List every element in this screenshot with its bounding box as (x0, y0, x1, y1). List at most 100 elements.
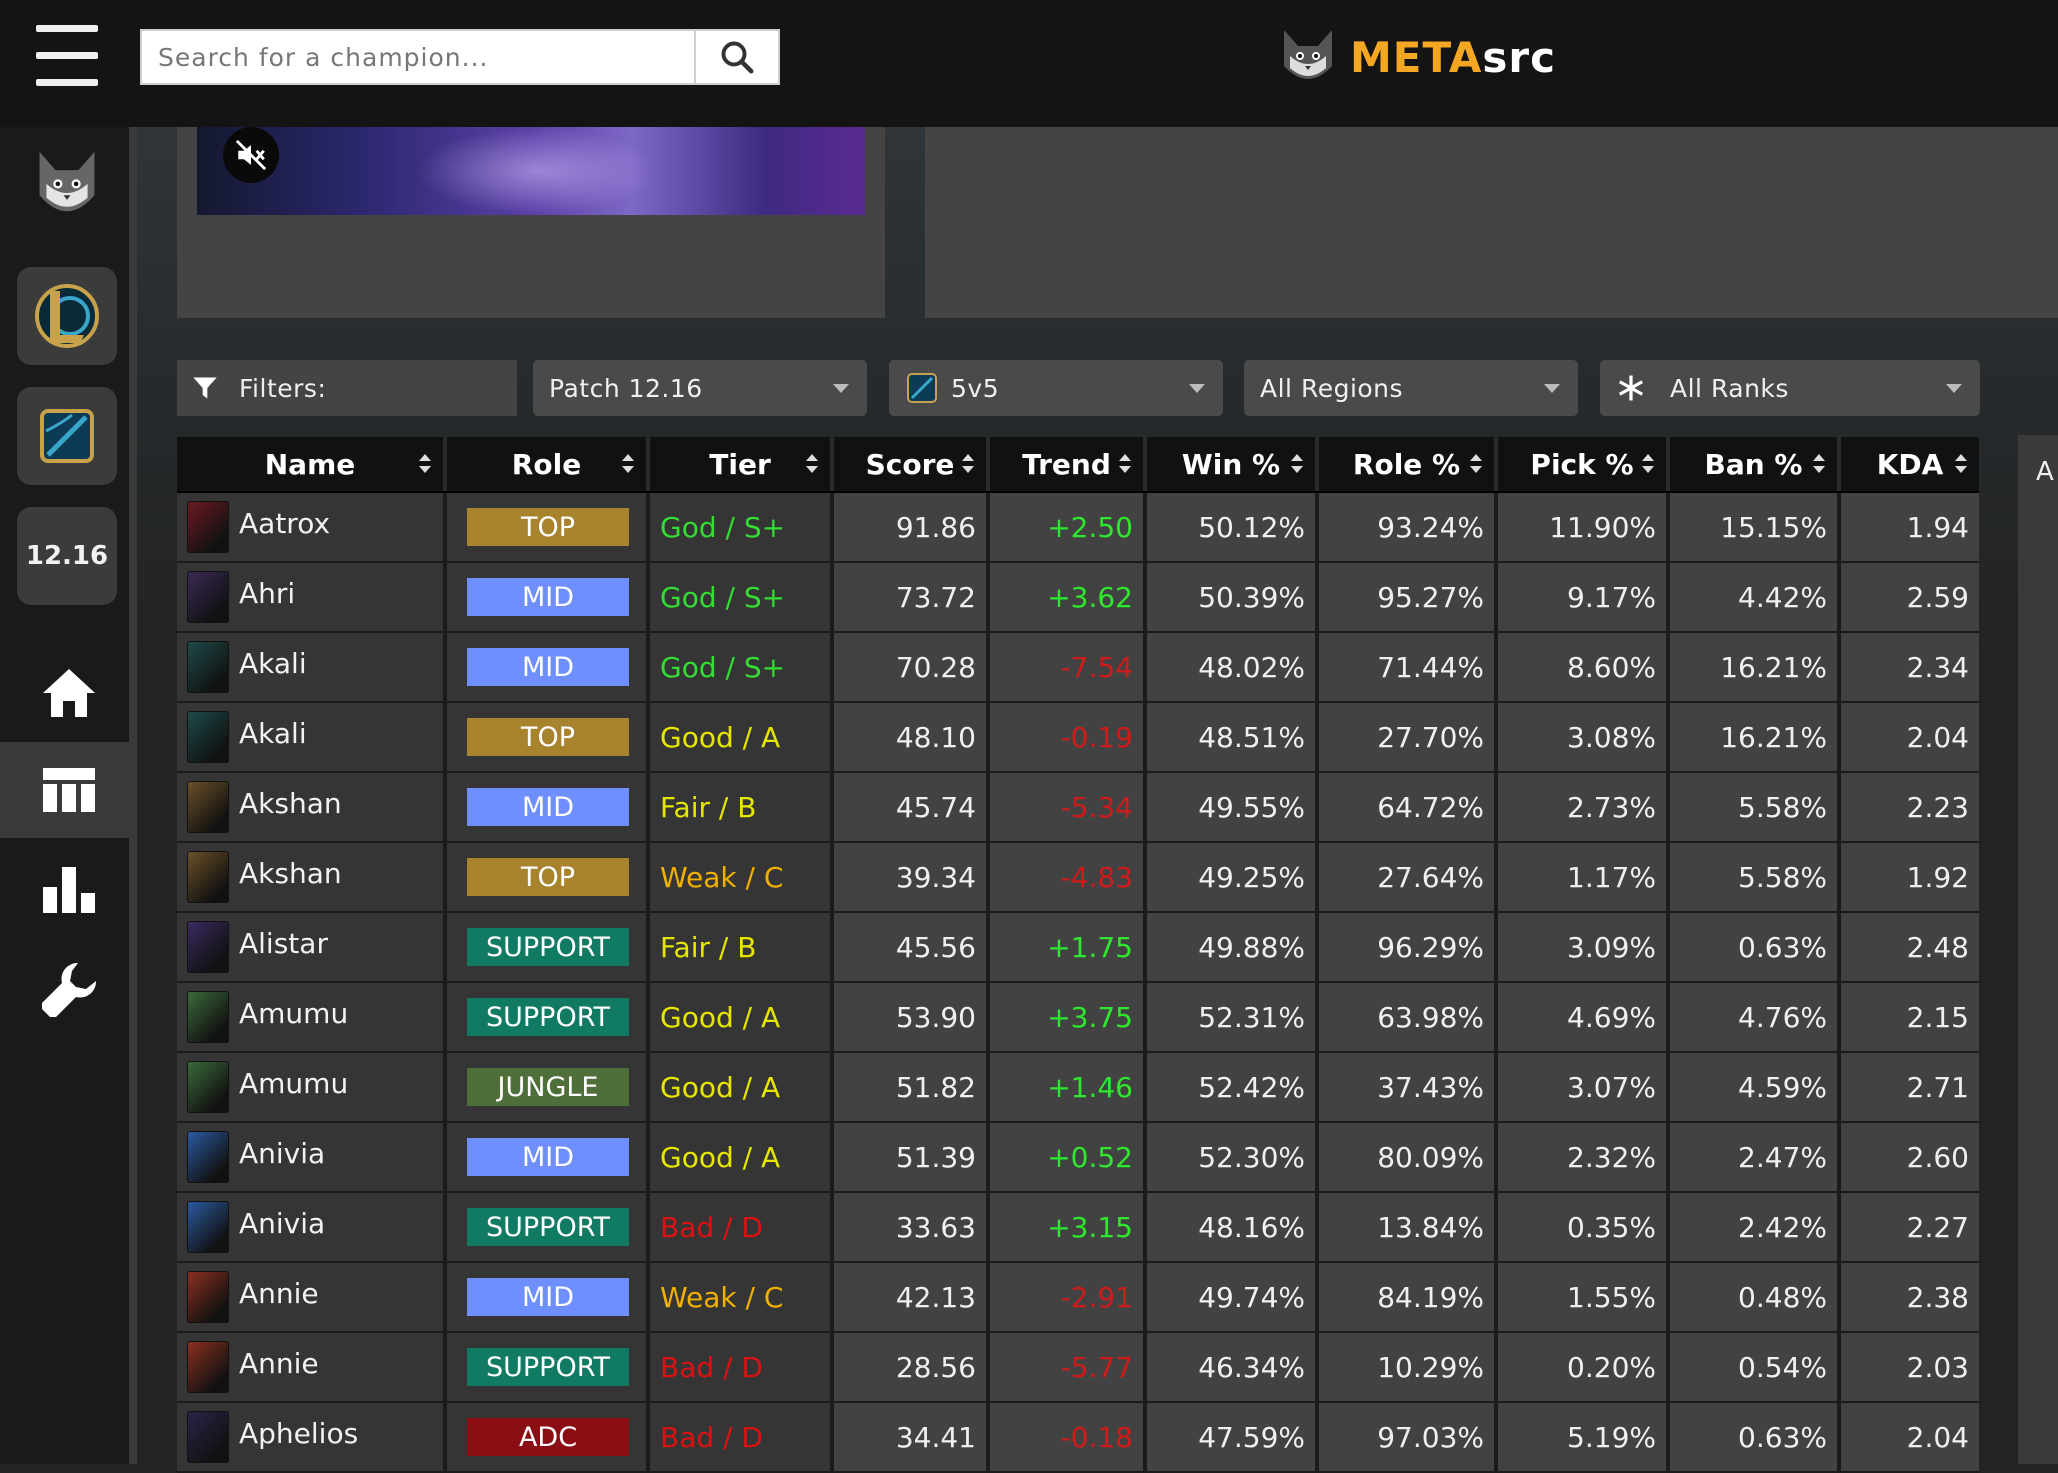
champion-cell[interactable]: Anivia (177, 1193, 447, 1261)
nav-tools[interactable] (0, 942, 137, 1038)
table-row[interactable]: Akshan TOP Weak / C 39.34 -4.83 49.25% 27.64% 1… (177, 843, 1979, 913)
table-row[interactable]: Amumu JUNGLE Good / A 51.82 +1.46 52.42% 37.43… (177, 1053, 1979, 1123)
champion-cell[interactable]: Amumu (177, 983, 447, 1051)
mute-button[interactable] (223, 127, 279, 183)
summoners-rift-icon (907, 373, 937, 403)
kda-cell: 2.38 (1841, 1263, 1979, 1331)
champion-cell[interactable]: Anivia (177, 1123, 447, 1191)
hamburger-icon-line (36, 79, 98, 86)
nav-tier-list[interactable] (0, 742, 137, 838)
champion-cell[interactable]: Akali (177, 703, 447, 771)
table-row[interactable]: Annie MID Weak / C 42.13 -2.91 49.74% 84.19% 1.… (177, 1263, 1979, 1333)
champion-cell[interactable]: Akshan (177, 773, 447, 841)
patch-button[interactable]: 12.16 (17, 507, 117, 605)
table-row[interactable]: Annie SUPPORT Bad / D 28.56 -5.77 46.34% 10.29… (177, 1333, 1979, 1403)
rank-select[interactable]: All Ranks (1600, 360, 1980, 416)
champion-name[interactable]: Akshan (239, 787, 342, 820)
column-header-score[interactable]: Score (834, 437, 990, 491)
champion-cell[interactable]: Annie (177, 1263, 447, 1331)
column-header-role[interactable]: Role (447, 437, 650, 491)
table-row[interactable]: Amumu SUPPORT Good / A 53.90 +3.75 52.31% 63.9… (177, 983, 1979, 1053)
champion-name[interactable]: Anivia (239, 1137, 325, 1170)
column-header-name[interactable]: Name (177, 437, 447, 491)
table-icon (42, 768, 95, 812)
champion-name[interactable]: Aphelios (239, 1417, 358, 1450)
table-row[interactable]: Alistar SUPPORT Fair / B 45.56 +1.75 49.88% 96… (177, 913, 1979, 983)
table-row[interactable]: Akali MID God / S+ 70.28 -7.54 48.02% 71.44% 8.… (177, 633, 1979, 703)
role-rate-cell: 71.44% (1319, 633, 1498, 701)
column-header-role-pct[interactable]: Role % (1319, 437, 1498, 491)
column-header-win[interactable]: Win % (1147, 437, 1319, 491)
column-header-trend[interactable]: Trend (990, 437, 1147, 491)
role-badge: ADC (467, 1418, 629, 1456)
brand-logo[interactable]: METAsrc (1278, 22, 1556, 92)
ban-rate-cell: 16.21% (1670, 633, 1841, 701)
sort-icon (622, 454, 634, 474)
search-input[interactable] (142, 31, 694, 83)
search-button[interactable] (694, 31, 778, 83)
table-row[interactable]: Aatrox TOP God / S+ 91.86 +2.50 50.12% 93.24% 1… (177, 493, 1979, 563)
champion-name[interactable]: Ahri (239, 577, 295, 610)
champion-cell[interactable]: Akshan (177, 843, 447, 911)
asterisk-icon (1618, 375, 1644, 401)
patch-select[interactable]: Patch 12.16 (533, 360, 867, 416)
game-mode-button[interactable] (17, 387, 117, 485)
brand-name-primary: META (1350, 32, 1483, 82)
mode-select[interactable]: 5v5 (889, 360, 1223, 416)
champion-cell[interactable]: Amumu (177, 1053, 447, 1121)
table-row[interactable]: Anivia MID Good / A 51.39 +0.52 52.30% 80.09% 2… (177, 1123, 1979, 1193)
tier-label: Good / A (660, 1070, 781, 1104)
champion-name[interactable]: Alistar (239, 927, 328, 960)
role-cell: SUPPORT (447, 1333, 650, 1401)
patch-select-value: Patch 12.16 (549, 373, 703, 403)
champion-cell[interactable]: Ahri (177, 563, 447, 631)
column-header-ban[interactable]: Ban % (1670, 437, 1841, 491)
column-header-label: Role (511, 447, 582, 481)
nav-stats[interactable] (0, 842, 137, 938)
champion-cell[interactable]: Aphelios (177, 1403, 447, 1471)
video-player[interactable] (197, 127, 865, 215)
filters-label: Filters: (239, 373, 327, 403)
column-header-pick[interactable]: Pick % (1498, 437, 1670, 491)
home-icon (42, 669, 95, 717)
win-rate-cell: 52.31% (1147, 983, 1319, 1051)
kda-cell: 2.34 (1841, 633, 1979, 701)
champion-name[interactable]: Annie (239, 1277, 319, 1310)
champion-name[interactable]: Annie (239, 1347, 319, 1380)
menu-button[interactable] (36, 25, 98, 87)
table-row[interactable]: Aphelios ADC Bad / D 34.41 -0.18 47.59% 97.03%… (177, 1403, 1979, 1473)
trend-cell: +3.15 (990, 1193, 1147, 1261)
column-header-tier[interactable]: Tier (650, 437, 834, 491)
champion-name[interactable]: Anivia (239, 1207, 325, 1240)
champion-cell[interactable]: Aatrox (177, 493, 447, 561)
champion-name[interactable]: Akali (239, 717, 307, 750)
score-cell: 48.10 (834, 703, 990, 771)
column-header-kda[interactable]: KDA (1841, 437, 1979, 491)
tier-cell: God / S+ (650, 563, 834, 631)
champion-name[interactable]: Akali (239, 647, 307, 680)
champion-cell[interactable]: Alistar (177, 913, 447, 981)
champion-name[interactable]: Amumu (239, 997, 348, 1030)
champion-portrait-icon (187, 991, 229, 1043)
cat-logo-icon[interactable] (32, 145, 102, 225)
nav-home[interactable] (0, 645, 137, 741)
role-rate-cell: 63.98% (1319, 983, 1498, 1051)
sort-icon (806, 454, 818, 474)
table-row[interactable]: Ahri MID God / S+ 73.72 +3.62 50.39% 95.27% 9.1… (177, 563, 1979, 633)
champion-portrait-icon (187, 711, 229, 763)
role-badge: SUPPORT (467, 1208, 629, 1246)
champion-name[interactable]: Amumu (239, 1067, 348, 1100)
champion-name[interactable]: Aatrox (239, 507, 330, 540)
champion-name[interactable]: Akshan (239, 857, 342, 890)
champion-cell[interactable]: Akali (177, 633, 447, 701)
region-select[interactable]: All Regions (1244, 360, 1578, 416)
win-rate-cell: 52.30% (1147, 1123, 1319, 1191)
table-row[interactable]: Akali TOP Good / A 48.10 -0.19 48.51% 27.70% 3.… (177, 703, 1979, 773)
tier-label: Bad / D (660, 1420, 763, 1454)
game-select-lol-button[interactable] (17, 267, 117, 365)
table-row[interactable]: Anivia SUPPORT Bad / D 33.63 +3.15 48.16% 13.8… (177, 1193, 1979, 1263)
table-row[interactable]: Akshan MID Fair / B 45.74 -5.34 49.55% 64.72% 2… (177, 773, 1979, 843)
ban-rate-cell: 16.21% (1670, 703, 1841, 771)
champion-portrait-icon (187, 921, 229, 973)
champion-cell[interactable]: Annie (177, 1333, 447, 1401)
